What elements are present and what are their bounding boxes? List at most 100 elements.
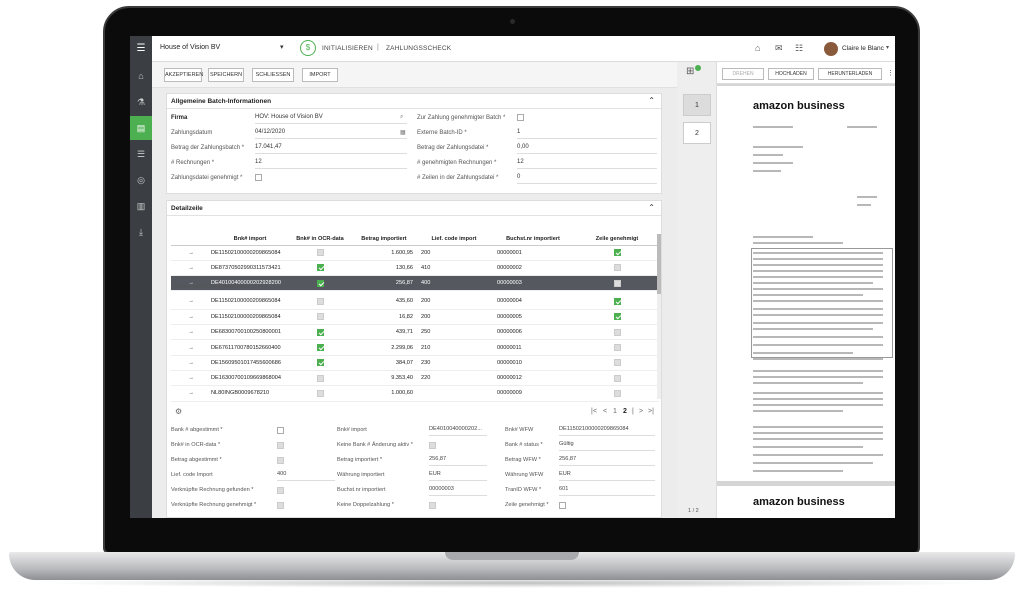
rotate-button[interactable]: DREHEN: [722, 68, 764, 80]
table-row[interactable]: → DE11502100000209865084 1.600,95 200 000000…: [171, 245, 659, 261]
col-betrag-importiert[interactable]: Betrag importiert: [351, 234, 417, 246]
avatar[interactable]: [824, 42, 838, 56]
company-selector[interactable]: House of Vision BV: [160, 44, 220, 51]
row-checkbox[interactable]: [316, 344, 324, 352]
page-thumb-2[interactable]: 2: [683, 122, 711, 144]
pager-current[interactable]: 2: [623, 408, 627, 415]
schliessen-button[interactable]: SCHLIESSEN: [252, 68, 294, 82]
pager-prev[interactable]: <: [603, 408, 607, 415]
add-comment-link[interactable]: + Eine Bemerkung hinzufügen: [175, 284, 249, 290]
externe-batch-id-field[interactable]: 1: [517, 129, 657, 139]
field-checkbox[interactable]: [559, 502, 566, 509]
zeilen-zahlungsdatei-field[interactable]: 0: [517, 174, 657, 184]
row-arrow-icon[interactable]: →: [171, 260, 211, 277]
field-value[interactable]: 400: [277, 471, 335, 481]
betrag-batch-field[interactable]: 17.041,47: [255, 144, 407, 154]
field-value[interactable]: DE11502100000209865084: [559, 426, 655, 436]
field-value[interactable]: DE4010040000202...: [429, 426, 487, 436]
table-row[interactable]: → DE87370502990311573421 130,66 410 00000002: [171, 260, 659, 277]
pager-page-1[interactable]: 1: [613, 408, 617, 415]
sidebar-list-icon[interactable]: ☰: [130, 142, 152, 166]
collapse-icon[interactable]: ⌃: [648, 203, 655, 212]
table-row[interactable]: → NL80INGB0009678210 1.000,60 00000009: [171, 385, 659, 402]
field-value[interactable]: 00000003: [429, 486, 487, 496]
row-arrow-icon[interactable]: →: [171, 324, 211, 341]
firma-field[interactable]: HOV: House of Vision BV: [255, 114, 407, 124]
row-checkbox[interactable]: [613, 297, 621, 305]
page-thumb-1[interactable]: 1: [683, 94, 711, 116]
zur-zahlung-genehmigt-checkbox[interactable]: [517, 114, 524, 121]
row-arrow-icon[interactable]: →: [171, 339, 211, 356]
row-arrow-icon[interactable]: →: [171, 370, 211, 387]
table-row[interactable]: → DE15609501017455600686 384,07 230 00000010: [171, 355, 659, 371]
row-checkbox[interactable]: [613, 359, 621, 367]
step-initialisieren[interactable]: INITIALISIEREN: [322, 45, 373, 52]
table-row[interactable]: → DE11502100000209865084 435,60 200 00000004: [171, 294, 659, 310]
field-value[interactable]: EUR: [429, 471, 487, 481]
row-arrow-icon[interactable]: →: [171, 385, 211, 402]
betrag-zahlungsdatei-field[interactable]: 0,00: [517, 144, 657, 154]
zahlungsdatum-field[interactable]: 04/12/2020: [255, 129, 407, 139]
row-checkbox[interactable]: [316, 359, 324, 367]
sidebar-home-icon[interactable]: ⌂: [130, 64, 152, 88]
step-zahlungsscheck[interactable]: ZAHLUNGSSCHECK: [386, 45, 451, 52]
row-arrow-icon[interactable]: →: [171, 294, 211, 310]
col-buchst-nr[interactable]: Buchst.nr importiert: [491, 234, 575, 246]
col-bnk-import[interactable]: Bnk# import: [211, 234, 289, 246]
collapse-icon[interactable]: ⌃: [648, 96, 655, 105]
row-checkbox[interactable]: [316, 279, 324, 287]
sidebar-document-icon[interactable]: ▤: [130, 116, 152, 140]
genehmigten-rechnungen-field[interactable]: 12: [517, 159, 657, 169]
field-checkbox[interactable]: [277, 442, 284, 449]
table-row[interactable]: → DE16300700109669868004 9.353,40 220 000000…: [171, 370, 659, 387]
field-value[interactable]: Gültig: [559, 441, 655, 451]
more-icon[interactable]: ⋮: [887, 69, 894, 77]
calendar-icon[interactable]: ▦: [400, 129, 406, 136]
field-value[interactable]: 256,87: [559, 456, 655, 466]
apps-grid-icon[interactable]: ⊞: [686, 66, 694, 77]
home-icon[interactable]: ⌂: [755, 43, 760, 53]
row-arrow-icon[interactable]: →: [171, 355, 211, 371]
user-chevron-down-icon[interactable]: ▾: [886, 44, 889, 51]
field-checkbox[interactable]: [277, 427, 284, 434]
speichern-button[interactable]: SPEICHERN: [208, 68, 244, 82]
row-checkbox[interactable]: [316, 313, 324, 321]
search-icon[interactable]: ⌕: [400, 114, 403, 121]
pager-last[interactable]: >|: [648, 408, 654, 415]
field-checkbox[interactable]: [277, 502, 284, 509]
task-list-icon[interactable]: ☷: [795, 43, 803, 54]
user-name[interactable]: Claire le Blanc: [842, 45, 884, 52]
row-checkbox[interactable]: [316, 374, 324, 382]
row-checkbox[interactable]: [613, 374, 621, 382]
col-zeile-genehmigt[interactable]: Zeile genehmigt: [575, 234, 659, 246]
row-checkbox[interactable]: [613, 328, 621, 336]
table-scrollbar[interactable]: [657, 234, 661, 399]
upload-button[interactable]: HOCHLADEN: [768, 68, 814, 80]
table-row[interactable]: → DE67611700780152660400 2.299,06 210 000000…: [171, 339, 659, 356]
gear-icon[interactable]: ⚙: [175, 407, 182, 416]
table-row[interactable]: → DE11502100000209865084 16,82 200 00000005: [171, 309, 659, 326]
field-checkbox[interactable]: [429, 502, 436, 509]
row-checkbox[interactable]: [613, 313, 621, 321]
row-checkbox[interactable]: [316, 389, 324, 397]
row-checkbox[interactable]: [316, 264, 324, 272]
table-row[interactable]: → DE68300700100250800001 439,71 250 00000006: [171, 324, 659, 341]
field-value[interactable]: 601: [559, 486, 655, 496]
chevron-down-icon[interactable]: ▾: [280, 43, 284, 51]
row-arrow-icon[interactable]: →: [171, 245, 211, 261]
pager-next[interactable]: >: [639, 408, 643, 415]
row-checkbox[interactable]: [613, 249, 621, 257]
col-lief-code[interactable]: Lief. code import: [417, 234, 491, 246]
sidebar-chart-icon[interactable]: ▥: [130, 194, 152, 218]
row-arrow-icon[interactable]: →: [171, 309, 211, 326]
sidebar-download-icon[interactable]: ⤓: [130, 220, 152, 244]
rechnungen-field[interactable]: 12: [255, 159, 407, 169]
col-bnk-ocr[interactable]: Bnk# in OCR-data: [289, 234, 351, 246]
zahlungsdatei-genehmigt-checkbox[interactable]: [255, 174, 262, 181]
menu-icon[interactable]: ☰: [130, 36, 152, 62]
field-checkbox[interactable]: [277, 487, 284, 494]
row-checkbox[interactable]: [316, 297, 324, 305]
pager-first[interactable]: |<: [591, 408, 597, 415]
row-checkbox[interactable]: [613, 344, 621, 352]
mail-icon[interactable]: ✉: [775, 43, 783, 54]
